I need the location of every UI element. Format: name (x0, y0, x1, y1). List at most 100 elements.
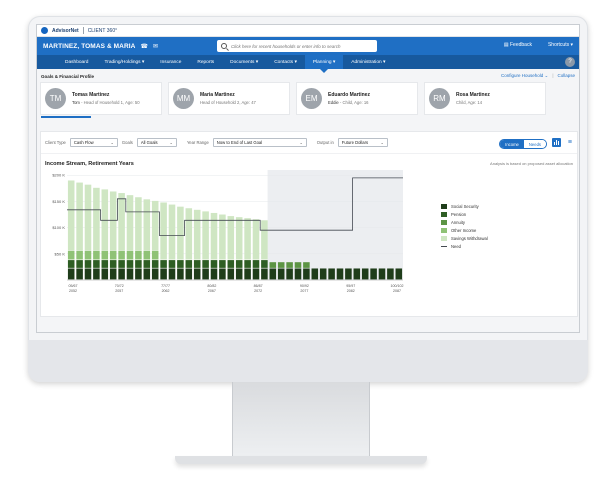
legend-item[interactable]: Other Income (441, 226, 488, 234)
member-name: Rosa Martinez (456, 92, 490, 98)
nav-item-dashboard[interactable]: Dashboard (57, 55, 96, 69)
main-nav: Dashboard Trading/Holdings ▾ Insurance Repo… (37, 55, 579, 73)
year-range-value: Now to End of Last Goal (216, 140, 263, 145)
bar-segment-social-security (84, 268, 92, 280)
shortcuts-menu[interactable]: Shortcuts ▾ (548, 42, 573, 48)
legend-swatch (441, 227, 447, 233)
household-name[interactable]: MARTINEZ, TOMAS & MARIA (43, 43, 135, 50)
bar-segment-savings (118, 193, 125, 251)
chevron-down-icon: ⌄ (299, 140, 303, 145)
income-stream-panel: Client Type Cash Flow ⌄ Goals All Goals ⌄ … (41, 132, 577, 316)
member-desc: Head of Household 2, Age: 47 (200, 100, 256, 105)
income-toggle[interactable]: Income (500, 140, 524, 148)
collapse-link[interactable]: Collapse (557, 73, 575, 79)
bar-segment-savings (84, 184, 92, 251)
goals-profile-title: Goals & Financial Profile (41, 73, 95, 79)
nav-item-reports[interactable]: Reports (189, 55, 222, 69)
x-tick-top: 77/77 (161, 284, 170, 288)
client-type-select[interactable]: Cash Flow ⌄ (69, 138, 118, 147)
feedback-link[interactable]: ▤ Feedback (504, 42, 532, 48)
legend-item[interactable]: Savings Withdrawal (441, 234, 488, 242)
brand-logo-icon (41, 27, 48, 34)
x-tick-top: 70/72 (115, 284, 124, 288)
x-tick-top: 80/82 (207, 284, 216, 288)
brand-bar: AdvisorNet CLIENT 360° (37, 25, 579, 37)
legend-item[interactable]: Annuity (441, 218, 488, 226)
nav-item-planning[interactable]: Planning ▾ (304, 55, 344, 73)
mail-icon[interactable]: ✉ (153, 43, 158, 50)
bar-segment-social-security (93, 268, 100, 280)
goals-select[interactable]: All Goals ⌄ (136, 138, 177, 147)
bar-segment-other-income (135, 250, 142, 260)
member-card[interactable]: MM Maria Martinez Head of Household 2, Age… (169, 83, 289, 114)
bar-segment-other-income (93, 250, 100, 260)
need-line (67, 177, 403, 236)
legend-item[interactable]: Pension (441, 210, 488, 218)
shortcuts-label: Shortcuts (547, 42, 570, 48)
member-card[interactable]: RM Rosa Martinez Child, Age: 14 (425, 83, 545, 114)
bar-segment-pension (210, 260, 218, 268)
bar-segment-pension (202, 260, 209, 268)
product-name: CLIENT 360° (87, 27, 118, 34)
goals-label: Goals (121, 140, 133, 145)
year-range-select[interactable]: Now to End of Last Goal ⌄ (212, 138, 307, 147)
x-tick-bottom: 2082 (347, 289, 355, 293)
legend-label: Need (451, 243, 462, 249)
year-range-label: Year Range (186, 140, 209, 145)
phone-icon[interactable]: ☎ (140, 43, 147, 50)
nav-item-administration[interactable]: Administration ▾ (343, 55, 393, 69)
x-tick-bottom: 2072 (254, 289, 262, 293)
household-search[interactable] (217, 40, 377, 52)
nav-item-insurance[interactable]: Insurance (152, 55, 189, 69)
bar-segment-savings (177, 206, 184, 260)
search-input[interactable] (231, 43, 371, 49)
output-label: Output in (316, 140, 334, 145)
chevron-down-icon: ⌄ (110, 140, 114, 145)
chart-title: Income Stream, Retirement Years (45, 161, 134, 167)
selected-member-indicator (41, 116, 91, 118)
legend-item[interactable]: Social Security (441, 202, 488, 210)
help-button[interactable]: ? (565, 57, 575, 67)
list-view-icon[interactable]: ≡ (568, 139, 572, 146)
legend-swatch (441, 211, 447, 217)
chart-view-icon[interactable] (552, 138, 561, 147)
bar-segment-social-security (101, 268, 109, 280)
bar-segment-social-security (370, 268, 377, 280)
bar-segment-savings (252, 219, 260, 260)
legend-label: Annuity (451, 219, 465, 225)
member-cards: TM Tomas Martinez Tom - Head of Household … (37, 83, 579, 118)
member-card[interactable]: EM Eduardo Martinez Eddie - Child, Age: 16 (297, 83, 417, 114)
bar-segment-social-security (235, 268, 243, 280)
member-info: Eduardo Martinez Eddie - Child, Age: 16 (328, 92, 370, 105)
x-tick-bottom: 2052 (69, 289, 77, 293)
bar-segment-pension (185, 260, 193, 268)
legend-item[interactable]: Need (441, 242, 488, 250)
avatar: TM (45, 88, 66, 109)
y-tick-label: $200 K (52, 173, 65, 178)
bar-segment-pension (244, 260, 251, 268)
member-info: Maria Martinez Head of Household 2, Age: … (200, 92, 256, 105)
nav-item-trading-holdings[interactable]: Trading/Holdings ▾ (96, 55, 152, 69)
brand-divider (82, 27, 84, 34)
member-card[interactable]: TM Tomas Martinez Tom - Head of Household … (41, 83, 161, 114)
bar-segment-social-security (395, 268, 403, 280)
bar-segment-social-security (67, 268, 75, 280)
bar-segment-savings (151, 200, 159, 251)
household-header: MARTINEZ, TOMAS & MARIA ☎ ✉ ▤ Feedback S… (37, 37, 579, 55)
output-select[interactable]: Future Dollars ⌄ (337, 138, 388, 147)
member-name: Eduardo Martinez (328, 92, 370, 98)
bar-segment-savings (235, 217, 243, 260)
bar-segment-social-security (303, 268, 310, 280)
avatar: MM (173, 88, 194, 109)
nav-item-documents[interactable]: Documents ▾ (222, 55, 266, 69)
configure-household-link[interactable]: Configure Household ⌄ (501, 73, 548, 79)
bar-segment-social-security (277, 268, 285, 280)
needs-toggle[interactable]: Needs (523, 140, 546, 148)
bar-segment-social-security (227, 268, 235, 280)
bar-segment-savings (93, 187, 100, 251)
legend-swatch (441, 203, 447, 209)
chart-view-bar (556, 140, 557, 145)
nav-item-contacts[interactable]: Contacts ▾ (266, 55, 305, 69)
chart-view-bar (554, 142, 555, 145)
bar-segment-social-security (286, 268, 293, 280)
